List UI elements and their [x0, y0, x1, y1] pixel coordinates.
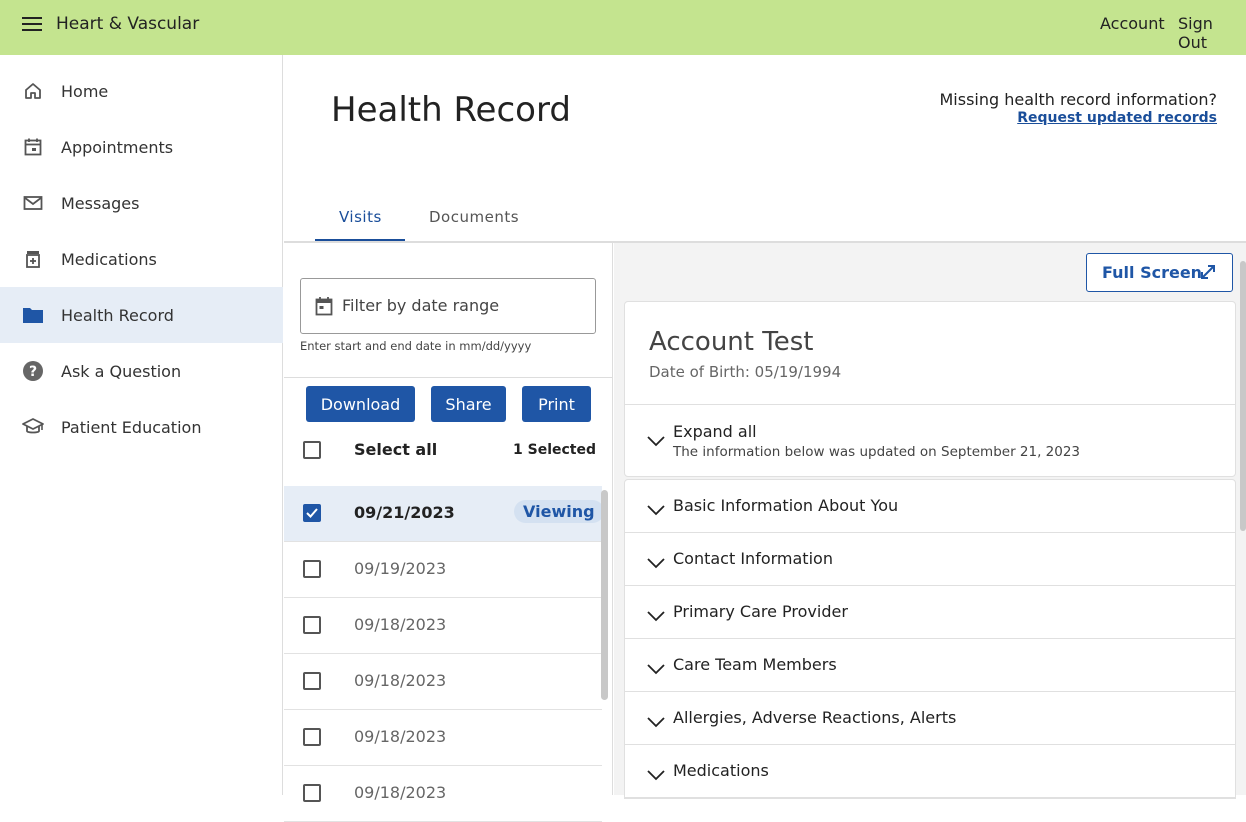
sidebar-item-label: Home [61, 81, 109, 101]
mail-icon [22, 192, 44, 214]
chevron-down-icon [647, 660, 665, 679]
sidebar: Home Appointments Messages Medications H… [0, 55, 283, 795]
patient-dob: Date of Birth: 05/19/1994 [649, 363, 842, 381]
graduation-cap-icon [22, 416, 44, 438]
updated-note: The information below was updated on Sep… [673, 444, 1081, 460]
visit-row[interactable]: 09/18/2023 [284, 710, 602, 766]
expand-all-button[interactable]: Expand all [673, 422, 757, 441]
visit-row[interactable]: 09/18/2023 [284, 766, 602, 822]
chevron-down-icon [647, 501, 665, 520]
visit-row[interactable]: 09/21/2023 Viewing [284, 486, 604, 542]
section-contact-information[interactable]: Contact Information [625, 533, 1235, 586]
expand-arrows-icon [1199, 263, 1217, 285]
print-button[interactable]: Print [522, 386, 591, 422]
sidebar-item-home[interactable]: Home [0, 63, 283, 119]
sidebar-item-label: Health Record [61, 305, 174, 325]
visit-date: 09/18/2023 [354, 727, 447, 746]
visit-row[interactable]: 09/18/2023 [284, 654, 602, 710]
sidebar-item-label: Patient Education [61, 417, 202, 437]
visit-checkbox[interactable] [303, 784, 321, 802]
visit-row[interactable]: 09/19/2023 [284, 542, 602, 598]
visit-date: 09/19/2023 [354, 559, 447, 578]
chevron-down-icon[interactable] [647, 432, 665, 451]
medication-icon [22, 248, 44, 270]
select-all-checkbox[interactable] [303, 441, 321, 459]
patient-name: Account Test [649, 327, 814, 357]
divider [284, 377, 613, 378]
sidebar-item-health-record[interactable]: Health Record [0, 287, 283, 343]
section-label: Care Team Members [673, 655, 837, 674]
sidebar-item-label: Appointments [61, 137, 174, 157]
chevron-down-icon [647, 607, 665, 626]
record-scrollbar[interactable] [1240, 261, 1246, 531]
chevron-down-icon [647, 713, 665, 732]
svg-text:?: ? [29, 364, 37, 380]
visit-checkbox[interactable] [303, 616, 321, 634]
section-label: Primary Care Provider [673, 602, 848, 621]
visit-checkbox[interactable] [303, 672, 321, 690]
request-updated-records-link[interactable]: Request updated records [1017, 110, 1217, 126]
account-link[interactable]: Account [1100, 14, 1165, 33]
record-sections: Basic Information About You Contact Info… [624, 479, 1236, 799]
calendar-icon [315, 296, 333, 320]
selected-count: 1 Selected [513, 442, 596, 458]
section-label: Contact Information [673, 549, 833, 568]
download-button[interactable]: Download [306, 386, 415, 422]
top-bar: Heart & Vascular Account Sign Out [0, 0, 1246, 55]
section-care-team-members[interactable]: Care Team Members [625, 639, 1235, 692]
select-all-label: Select all [354, 440, 438, 459]
page-title: Health Record [331, 90, 571, 130]
sidebar-item-patient-education[interactable]: Patient Education [0, 399, 283, 455]
sidebar-item-label: Ask a Question [61, 361, 182, 381]
visit-checkbox[interactable] [303, 504, 321, 522]
visit-date: 09/18/2023 [354, 615, 447, 634]
sidebar-item-ask-a-question[interactable]: ? Ask a Question [0, 343, 283, 399]
visit-date: 09/18/2023 [354, 671, 447, 690]
share-button[interactable]: Share [431, 386, 506, 422]
sidebar-item-messages[interactable]: Messages [0, 175, 283, 231]
visit-checkbox[interactable] [303, 560, 321, 578]
menu-icon[interactable] [22, 17, 42, 31]
section-basic-information[interactable]: Basic Information About You [625, 480, 1235, 533]
visit-checkbox[interactable] [303, 728, 321, 746]
app-title: Heart & Vascular [56, 14, 200, 34]
tab-documents[interactable]: Documents [429, 208, 519, 226]
visit-date: 09/21/2023 [354, 503, 455, 522]
section-label: Basic Information About You [673, 496, 899, 515]
tab-bar: Visits Documents [284, 195, 1246, 243]
sidebar-item-label: Messages [61, 193, 140, 213]
tab-visits[interactable]: Visits [339, 208, 382, 226]
visit-row[interactable]: 09/18/2023 [284, 598, 602, 654]
sidebar-item-medications[interactable]: Medications [0, 231, 283, 287]
active-tab-indicator [315, 239, 405, 241]
section-label: Medications [673, 761, 769, 780]
full-screen-label: Full Screen [1102, 263, 1203, 282]
filter-hint: Enter start and end date in mm/dd/yyyy [300, 339, 532, 353]
chevron-down-icon [647, 766, 665, 785]
visits-panel: Filter by date range Enter start and end… [284, 243, 613, 822]
filter-placeholder: Filter by date range [342, 296, 500, 315]
patient-card: Account Test Date of Birth: 05/19/1994 E… [624, 301, 1236, 477]
record-panel: Full Screen Account Test Date of Birth: … [614, 243, 1246, 799]
viewing-badge: Viewing [514, 500, 604, 523]
section-medications[interactable]: Medications [625, 745, 1235, 798]
missing-info-text: Missing health record information? [939, 90, 1217, 109]
sidebar-item-label: Medications [61, 249, 157, 269]
section-label: Allergies, Adverse Reactions, Alerts [673, 708, 957, 727]
folder-icon [22, 304, 44, 326]
section-allergies[interactable]: Allergies, Adverse Reactions, Alerts [625, 692, 1235, 745]
question-icon: ? [22, 360, 44, 382]
sidebar-item-appointments[interactable]: Appointments [0, 119, 283, 175]
full-screen-button[interactable]: Full Screen [1086, 253, 1233, 292]
sign-out-link[interactable]: Sign Out [1178, 14, 1246, 52]
visits-scrollbar[interactable] [601, 490, 608, 700]
divider [625, 404, 1235, 405]
section-primary-care-provider[interactable]: Primary Care Provider [625, 586, 1235, 639]
visit-date: 09/18/2023 [354, 783, 447, 802]
chevron-down-icon [647, 554, 665, 573]
date-range-filter-input[interactable]: Filter by date range [300, 278, 596, 334]
home-icon [22, 80, 44, 102]
calendar-icon [22, 136, 44, 158]
